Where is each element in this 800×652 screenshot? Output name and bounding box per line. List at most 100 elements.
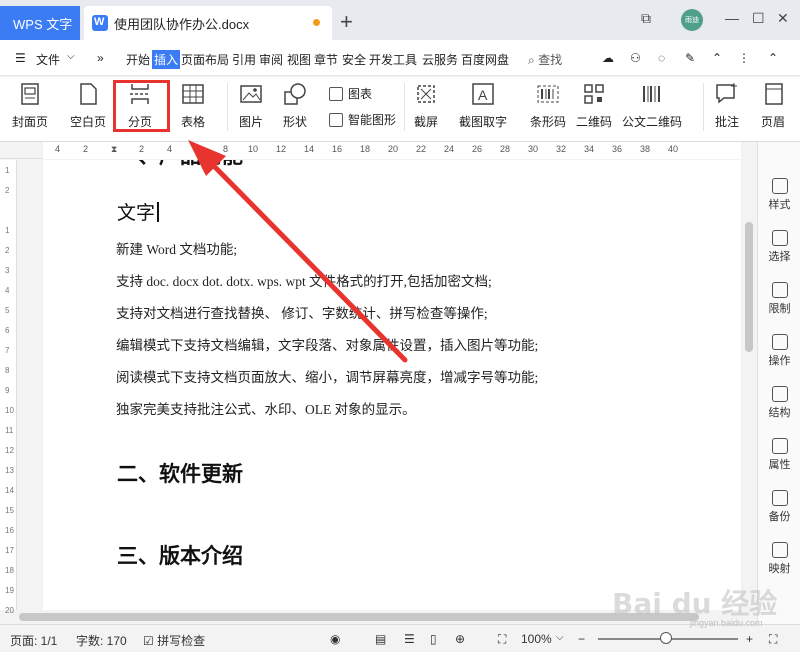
ruler-tick: 6 <box>195 144 201 154</box>
menu-security[interactable]: 安全 <box>342 51 366 68</box>
web-view-icon[interactable]: ⊕ <box>455 632 465 646</box>
page-view-icon[interactable]: ▤ <box>375 632 386 646</box>
fullscreen-icon[interactable]: ⛶ <box>769 632 777 647</box>
menu-layout[interactable]: 页面布局 <box>181 51 229 68</box>
title-bar: WPS 文字 使用团队协作办公.docx + ⧉ 雨迪 — ☐ ✕ <box>0 0 800 40</box>
menu-file[interactable]: 文件 <box>36 51 60 68</box>
blank-page-button[interactable]: 空白页 <box>70 81 106 130</box>
edit-icon[interactable]: ✎ <box>685 51 695 65</box>
chevron-up-icon[interactable]: ⌃ <box>768 51 778 65</box>
maximize-icon[interactable]: ☐ <box>752 10 765 27</box>
ruler-tick: 6 <box>5 326 10 335</box>
more-icon[interactable]: ⋮ <box>738 51 750 65</box>
collapse-icon[interactable]: ⌃ <box>712 51 722 65</box>
share-user-icon[interactable]: ⚇ <box>630 51 641 65</box>
horizontal-ruler[interactable]: 4 2 ⧗ 2 4 6 8 10 12 14 16 18 20 22 24 26… <box>0 142 757 159</box>
document-tab[interactable]: 使用团队协作办公.docx <box>84 6 332 40</box>
read-view-icon[interactable]: ▯ <box>430 632 437 646</box>
avatar[interactable]: 雨迪 <box>681 9 703 31</box>
ruler-tick: 1 <box>5 226 10 235</box>
menu-insert[interactable]: 插入 <box>152 50 181 69</box>
indent-marker-icon[interactable]: ⧗ <box>111 144 117 155</box>
panel-properties-button[interactable]: 属性 <box>758 438 800 472</box>
document-page[interactable]: 一、产品功能 文字 新建 Word 文档功能; 支持 doc. docx dot… <box>43 160 741 610</box>
spellcheck-button[interactable]: ☑ 拼写检查 <box>143 632 205 649</box>
paragraph-line: 新建 Word 文档功能; <box>116 242 238 257</box>
panel-operation-button[interactable]: 操作 <box>758 334 800 368</box>
zoom-out-button[interactable]: − <box>578 632 585 646</box>
ruler-tick: 8 <box>223 144 229 154</box>
menu-review[interactable]: 审阅 <box>259 51 283 68</box>
shape-button[interactable]: 形状 <box>282 81 308 130</box>
menu-chapter[interactable]: 章节 <box>314 51 338 68</box>
table-button[interactable]: 表格 <box>180 81 206 130</box>
panel-style-button[interactable]: 样式 <box>758 178 800 212</box>
fit-icon[interactable]: ⛶ <box>498 632 506 647</box>
panel-mapping-button[interactable]: 映射 <box>758 542 800 576</box>
qrcode-button[interactable]: 二维码 <box>576 81 612 130</box>
ruler-tick: 28 <box>500 144 511 154</box>
window-list-icon[interactable]: ⧉ <box>641 10 651 27</box>
header-button[interactable]: 页眉 <box>760 81 786 130</box>
sliders-icon <box>771 438 788 454</box>
zoom-dropdown-icon[interactable]: ⌵ <box>556 632 564 643</box>
cloud-sync-icon[interactable]: ☁ <box>602 51 614 65</box>
smart-art-button[interactable]: 智能图形 <box>329 111 396 128</box>
wps-writer-icon <box>92 15 108 31</box>
paragraph-line: 编辑模式下支持文档编辑，文字段落、对象属性设置，插入图片等功能; <box>116 338 539 353</box>
ocr-button[interactable]: A 截图取字 <box>459 81 507 130</box>
comment-icon[interactable]: ◌ <box>658 51 665 65</box>
menu-cloud[interactable]: 云服务 <box>422 51 458 68</box>
cover-page-button[interactable]: 封面页 <box>12 81 48 130</box>
ruler-tick: 2 <box>5 186 10 195</box>
new-tab-button[interactable]: + <box>340 11 353 33</box>
screenshot-button[interactable]: 截屏 <box>413 81 439 130</box>
comment-button[interactable]: 批注 <box>714 81 740 130</box>
ruler-tick: 13 <box>5 466 14 475</box>
ruler-tick: 40 <box>668 144 679 154</box>
picture-button[interactable]: 图片 <box>238 81 264 130</box>
horizontal-scroll-thumb[interactable] <box>19 613 699 621</box>
panel-backup-button[interactable]: 备份 <box>758 490 800 524</box>
document-area[interactable]: 一、产品功能 文字 新建 Word 文档功能; 支持 doc. docx dot… <box>17 160 741 610</box>
hamburger-icon[interactable]: ☰ <box>15 51 26 65</box>
word-count[interactable]: 字数: 170 <box>76 632 127 649</box>
minimize-icon[interactable]: — <box>725 10 739 26</box>
panel-restrict-button[interactable]: 限制 <box>758 282 800 316</box>
barcode-button[interactable]: 条形码 <box>530 81 566 130</box>
outline-view-icon[interactable]: ☰ <box>404 632 415 646</box>
ruler-tick: 3 <box>5 266 10 275</box>
panel-label: 选择 <box>768 251 791 263</box>
paragraph-line: 独家完美支持批注公式、水印、OLE 对象的显示。 <box>116 402 416 417</box>
panel-structure-button[interactable]: 结构 <box>758 386 800 420</box>
zoom-in-button[interactable]: + <box>746 632 753 646</box>
panel-select-button[interactable]: 选择 <box>758 230 800 264</box>
page-count[interactable]: 页面: 1/1 <box>10 632 57 649</box>
shape-icon <box>284 83 306 105</box>
ruler-tick: 34 <box>584 144 595 154</box>
vertical-scroll-thumb[interactable] <box>745 222 753 352</box>
panel-label: 属性 <box>768 459 791 471</box>
eye-icon[interactable]: ◉ <box>330 632 340 646</box>
search-button[interactable]: ⌕ 查找 <box>528 51 562 68</box>
menu-reference[interactable]: 引用 <box>232 51 256 68</box>
vertical-scrollbar[interactable] <box>741 142 757 610</box>
chevron-down-icon[interactable]: ⌵ <box>67 51 75 62</box>
chart-button[interactable]: 图表 <box>329 85 372 102</box>
zoom-level[interactable]: 100% <box>521 632 552 646</box>
close-icon[interactable]: ✕ <box>777 10 789 27</box>
vertical-ruler[interactable]: 1 2 1 2 3 4 5 6 7 8 9 10 11 12 13 14 15 … <box>0 160 17 615</box>
menu-start[interactable]: 开始 <box>126 51 150 68</box>
text-word[interactable]: 文字 <box>117 198 160 225</box>
wps-app-tab[interactable]: WPS 文字 <box>0 6 80 40</box>
panel-label: 结构 <box>768 407 791 419</box>
menu-baidu-disk[interactable]: 百度网盘 <box>461 51 509 68</box>
ruler-tick: 26 <box>472 144 483 154</box>
ruler-tick: 8 <box>5 366 10 375</box>
comment-add-icon <box>716 83 737 104</box>
official-qrcode-button[interactable]: 公文二维码 <box>622 81 682 130</box>
double-chevron-icon[interactable]: » <box>97 51 104 65</box>
zoom-slider-handle[interactable] <box>660 632 672 644</box>
menu-view[interactable]: 视图 <box>287 51 311 68</box>
menu-developer[interactable]: 开发工具 <box>369 51 417 68</box>
